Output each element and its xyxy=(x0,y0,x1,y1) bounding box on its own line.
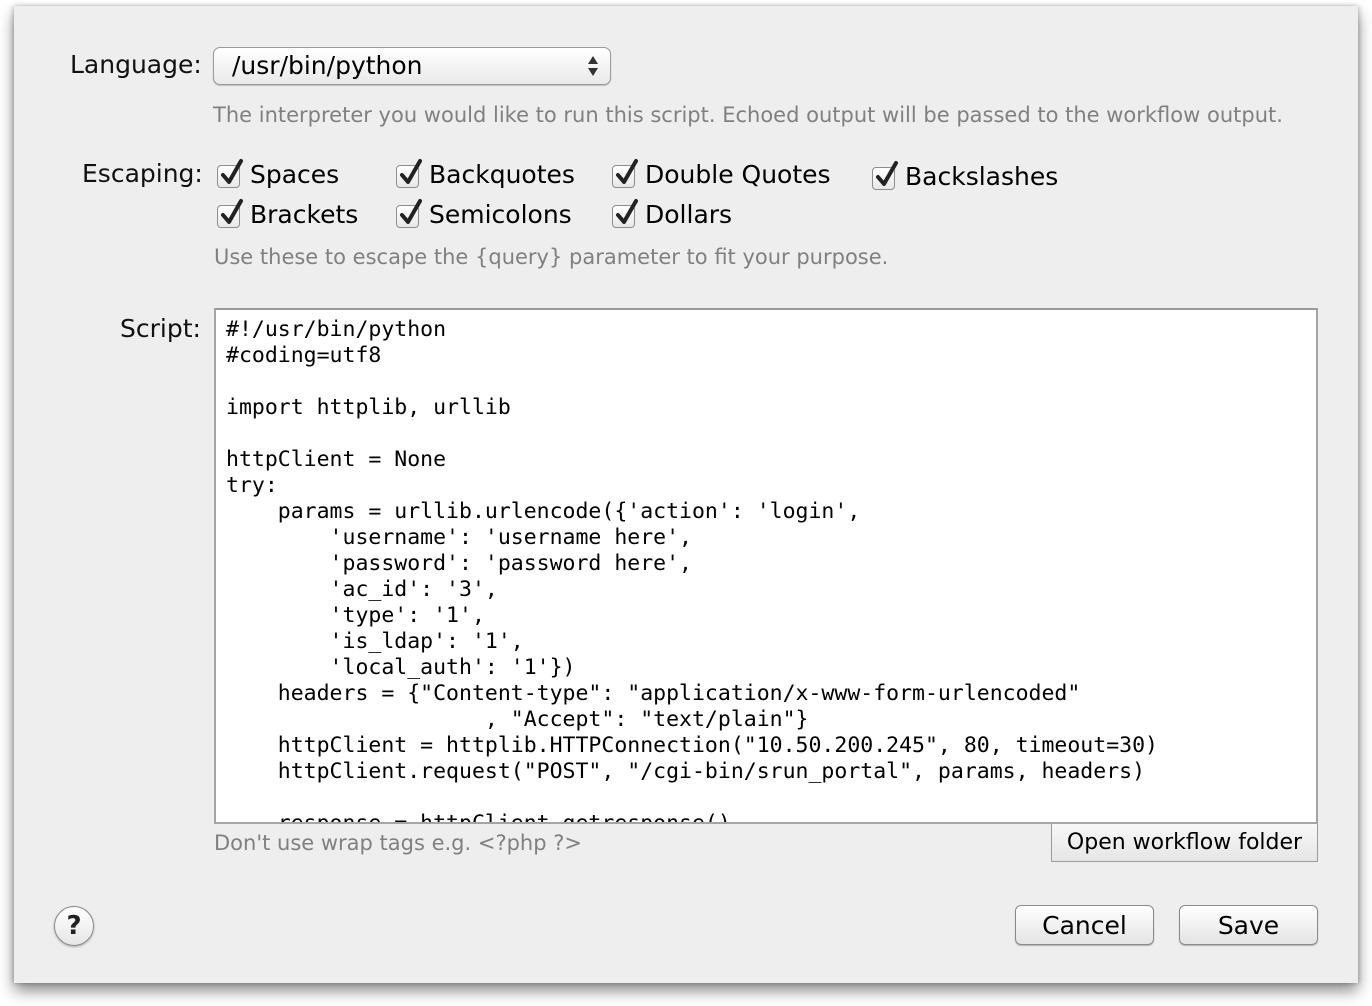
save-button[interactable]: Save xyxy=(1179,905,1318,945)
help-button[interactable]: ? xyxy=(54,906,94,946)
checkbox-label: Brackets xyxy=(250,199,359,229)
language-hint: The interpreter you would like to run th… xyxy=(213,103,1283,127)
question-mark-icon: ? xyxy=(66,911,82,941)
cancel-button[interactable]: Cancel xyxy=(1015,905,1154,945)
checkbox-backslashes[interactable]: Backslashes xyxy=(872,160,1058,192)
checkbox-label: Backslashes xyxy=(905,161,1059,191)
checkbox-checked-icon xyxy=(872,160,898,190)
checkbox-checked-icon xyxy=(612,198,638,228)
escaping-label: Escaping: xyxy=(82,159,203,188)
checkbox-dollars[interactable]: Dollars xyxy=(612,198,732,230)
script-settings-sheet: Language: /usr/bin/python The interprete… xyxy=(14,6,1358,983)
checkbox-semicolons[interactable]: Semicolons xyxy=(396,198,572,230)
script-label: Script: xyxy=(120,314,201,343)
checkbox-label: Double Quotes xyxy=(645,159,831,189)
checkbox-label: Backquotes xyxy=(429,159,575,189)
language-popup[interactable]: /usr/bin/python xyxy=(213,47,611,85)
checkbox-checked-icon xyxy=(396,198,422,228)
checkbox-brackets[interactable]: Brackets xyxy=(217,198,358,230)
checkbox-checked-icon xyxy=(217,158,243,188)
checkbox-backquotes[interactable]: Backquotes xyxy=(396,158,575,190)
checkbox-double-quotes[interactable]: Double Quotes xyxy=(612,158,831,190)
script-hint: Don't use wrap tags e.g. <?php ?> xyxy=(214,831,582,855)
escaping-hint: Use these to escape the {query} paramete… xyxy=(214,245,889,269)
language-selected-value: /usr/bin/python xyxy=(232,51,423,80)
script-editor[interactable]: #!/usr/bin/python #coding=utf8 import ht… xyxy=(214,308,1318,824)
checkbox-spaces[interactable]: Spaces xyxy=(217,158,339,190)
checkbox-checked-icon xyxy=(396,158,422,188)
checkbox-label: Semicolons xyxy=(429,199,572,229)
language-label: Language: xyxy=(70,50,202,79)
up-down-arrows-icon xyxy=(588,55,600,77)
checkbox-checked-icon xyxy=(612,158,638,188)
open-workflow-folder-button[interactable]: Open workflow folder xyxy=(1051,824,1318,862)
checkbox-checked-icon xyxy=(217,198,243,228)
script-code[interactable]: #!/usr/bin/python #coding=utf8 import ht… xyxy=(226,317,1158,822)
checkbox-label: Dollars xyxy=(645,199,733,229)
checkbox-label: Spaces xyxy=(250,159,340,189)
